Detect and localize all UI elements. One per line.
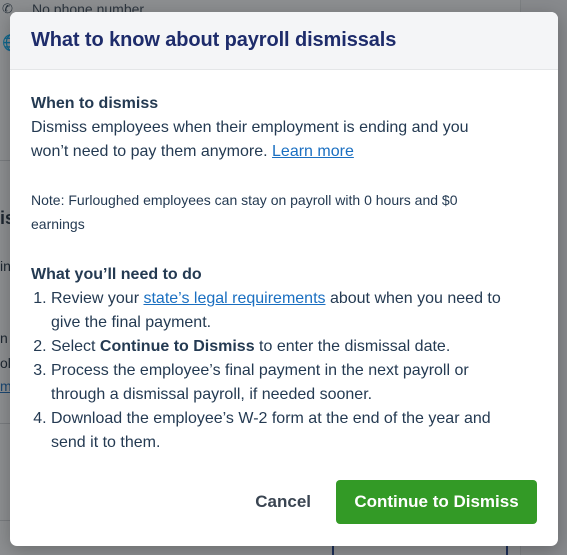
cancel-button[interactable]: Cancel (243, 480, 323, 524)
step-text: to enter the dismissal date. (254, 338, 451, 355)
when-to-dismiss-heading: When to dismiss (31, 95, 159, 112)
when-to-dismiss-text: Dismiss employees when their employment … (31, 116, 491, 164)
step-item: Process the employee’s final payment in … (51, 359, 511, 407)
modal-header: What to know about payroll dismissals (10, 12, 558, 70)
what-to-do-heading: What you’ll need to do (31, 266, 202, 283)
furlough-note: Note: Furloughed employees can stay on p… (31, 192, 458, 232)
step-item: Review your state’s legal requirements a… (51, 287, 511, 335)
dismissal-info-modal: What to know about payroll dismissals Wh… (10, 12, 558, 546)
modal-body: When to dismiss Dismiss employees when t… (10, 70, 558, 455)
continue-to-dismiss-button[interactable]: Continue to Dismiss (336, 480, 537, 524)
step-text: Download the employee’s W-2 form at the … (51, 410, 491, 451)
when-to-dismiss-description: Dismiss employees when their employment … (31, 119, 469, 160)
modal-footer: Cancel Continue to Dismiss (10, 480, 558, 526)
step-text: Review your (51, 290, 144, 307)
step-text: Select (51, 338, 100, 355)
modal-title: What to know about payroll dismissals (31, 29, 397, 51)
step-item: Select Continue to Dismiss to enter the … (51, 335, 511, 359)
step-item: Download the employee’s W-2 form at the … (51, 407, 511, 455)
step-emphasis: Continue to Dismiss (99, 338, 255, 355)
step-text: Process the employee’s final payment in … (51, 362, 469, 403)
state-legal-requirements-link[interactable]: state’s legal requirements (143, 290, 325, 307)
learn-more-link[interactable]: Learn more (272, 143, 354, 160)
steps-list: Review your state’s legal requirements a… (31, 287, 511, 455)
